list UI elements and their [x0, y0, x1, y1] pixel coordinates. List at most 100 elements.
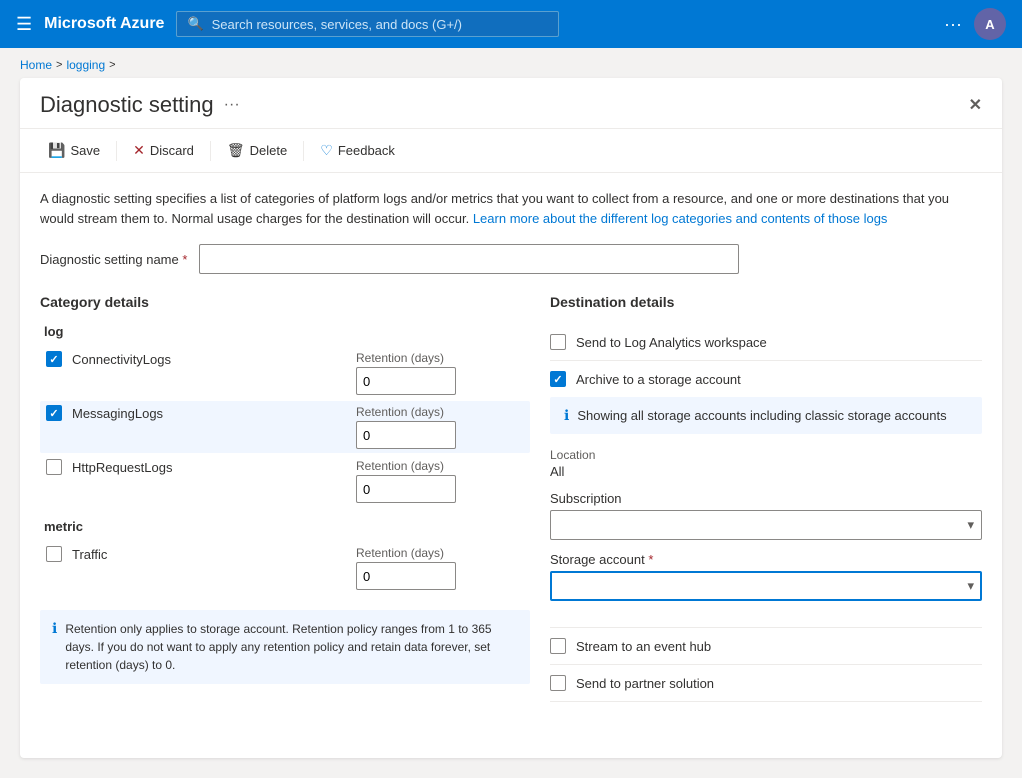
- connectivity-label: ConnectivityLogs: [72, 352, 171, 367]
- feedback-button[interactable]: ♡ Feedback: [312, 137, 403, 164]
- log-item-messaging: MessagingLogs Retention (days): [40, 401, 530, 453]
- breadcrumb-logging[interactable]: logging: [66, 58, 105, 72]
- dest-expanded-storage: Archive to a storage account ℹ Showing a…: [550, 361, 982, 628]
- diagnostic-name-input[interactable]: [199, 244, 739, 274]
- storage-info-box: ℹ Showing all storage accounts including…: [550, 397, 982, 434]
- subscription-select[interactable]: [550, 510, 982, 540]
- destination-details-col: Destination details Send to Log Analytic…: [550, 294, 982, 702]
- retention-info-box: ℹ Retention only applies to storage acco…: [40, 610, 530, 684]
- connectivity-checkbox[interactable]: [46, 351, 62, 367]
- storage-info-text: Showing all storage accounts including c…: [577, 408, 946, 423]
- connectivity-retention-label: Retention (days): [356, 351, 456, 365]
- traffic-retention-input[interactable]: [356, 562, 456, 590]
- connectivity-retention-input[interactable]: [356, 367, 456, 395]
- dest-item-event-hub: Stream to an event hub: [550, 628, 982, 665]
- search-bar[interactable]: 🔍: [176, 11, 559, 37]
- httprequest-retention-label: Retention (days): [356, 459, 456, 473]
- discard-icon: ✕: [133, 142, 145, 159]
- save-icon: 💾: [48, 142, 65, 159]
- messaging-checkbox[interactable]: [46, 405, 62, 421]
- log-section-title: log: [44, 324, 530, 339]
- save-button[interactable]: 💾 Save: [40, 137, 108, 164]
- discard-button[interactable]: ✕ Discard: [125, 137, 202, 164]
- location-field: Location All: [550, 448, 982, 479]
- dest-item-log-analytics: Send to Log Analytics workspace: [550, 324, 982, 361]
- storage-info-icon: ℹ: [564, 407, 569, 424]
- app-title: Microsoft Azure: [44, 15, 164, 33]
- description: A diagnostic setting specifies a list of…: [40, 189, 982, 228]
- delete-label: Delete: [250, 143, 288, 158]
- traffic-checkbox[interactable]: [46, 546, 62, 562]
- close-button[interactable]: ✕: [969, 95, 982, 115]
- messaging-retention-label: Retention (days): [356, 405, 456, 419]
- toolbar: 💾 Save ✕ Discard 🗑 Delete ♡ Feedback: [20, 129, 1002, 173]
- category-details-title: Category details: [40, 294, 530, 310]
- breadcrumb-home[interactable]: Home: [20, 58, 52, 72]
- storage-account-field: Storage account *: [550, 552, 982, 601]
- main-container: Diagnostic setting ··· ✕ 💾 Save ✕ Discar…: [20, 78, 1002, 758]
- top-nav: ☰ Microsoft Azure 🔍 ··· A: [0, 0, 1022, 48]
- discard-label: Discard: [150, 143, 194, 158]
- retention-info-text: Retention only applies to storage accoun…: [65, 620, 518, 674]
- page-title: Diagnostic setting: [40, 92, 214, 118]
- dest-expanded-storage-header: Archive to a storage account: [550, 361, 982, 397]
- log-item-httprequest: HttpRequestLogs Retention (days): [40, 455, 530, 507]
- dest-item-partner-solution: Send to partner solution: [550, 665, 982, 702]
- location-value: All: [550, 464, 982, 479]
- httprequest-retention: Retention (days): [356, 459, 456, 503]
- metric-section-title: metric: [44, 519, 530, 534]
- delete-button[interactable]: 🗑 Delete: [219, 137, 295, 164]
- messaging-label: MessagingLogs: [72, 406, 163, 421]
- log-item-traffic: Traffic Retention (days): [40, 542, 530, 594]
- destination-details-title: Destination details: [550, 294, 982, 310]
- page-header: Diagnostic setting ··· ✕: [20, 78, 1002, 129]
- httprequest-checkbox[interactable]: [46, 459, 62, 475]
- delete-icon: 🗑: [227, 142, 245, 159]
- log-item-connectivity: ConnectivityLogs Retention (days): [40, 347, 530, 399]
- storage-account-checkbox[interactable]: [550, 371, 566, 387]
- subscription-label: Subscription: [550, 491, 982, 506]
- nav-more-icon[interactable]: ···: [944, 14, 962, 35]
- content: A diagnostic setting specifies a list of…: [20, 173, 1002, 718]
- toolbar-sep-1: [116, 141, 117, 161]
- avatar[interactable]: A: [974, 8, 1006, 40]
- diagnostic-name-row: Diagnostic setting name *: [40, 244, 982, 274]
- log-item-traffic-left: Traffic: [46, 546, 346, 562]
- storage-account-select[interactable]: [550, 571, 982, 601]
- traffic-retention: Retention (days): [356, 546, 456, 590]
- toolbar-sep-3: [303, 141, 304, 161]
- feedback-icon: ♡: [320, 142, 333, 159]
- breadcrumb: Home > logging >: [0, 48, 1022, 78]
- event-hub-label: Stream to an event hub: [576, 639, 711, 654]
- partner-solution-label: Send to partner solution: [576, 676, 714, 691]
- page-more-icon[interactable]: ···: [224, 96, 240, 114]
- breadcrumb-sep1: >: [56, 59, 62, 71]
- breadcrumb-sep2: >: [109, 59, 115, 71]
- log-item-connectivity-left: ConnectivityLogs: [46, 351, 346, 367]
- traffic-retention-label: Retention (days): [356, 546, 456, 560]
- info-icon: ℹ: [52, 620, 57, 637]
- subscription-select-wrapper: [550, 510, 982, 540]
- save-label: Save: [70, 143, 100, 158]
- subscription-field: Subscription: [550, 491, 982, 540]
- log-analytics-checkbox[interactable]: [550, 334, 566, 350]
- location-label: Location: [550, 448, 982, 462]
- two-col-layout: Category details log ConnectivityLogs Re…: [40, 294, 982, 702]
- diagnostic-name-label: Diagnostic setting name *: [40, 252, 187, 267]
- learn-more-link[interactable]: Learn more about the different log categ…: [473, 211, 888, 226]
- search-input[interactable]: [212, 17, 549, 32]
- log-item-httprequest-left: HttpRequestLogs: [46, 459, 346, 475]
- partner-solution-checkbox[interactable]: [550, 675, 566, 691]
- messaging-retention-input[interactable]: [356, 421, 456, 449]
- httprequest-retention-input[interactable]: [356, 475, 456, 503]
- messaging-retention: Retention (days): [356, 405, 456, 449]
- event-hub-checkbox[interactable]: [550, 638, 566, 654]
- storage-account-field-label: Storage account *: [550, 552, 982, 567]
- traffic-label: Traffic: [72, 547, 107, 562]
- storage-account-label: Archive to a storage account: [576, 372, 741, 387]
- feedback-label: Feedback: [338, 143, 395, 158]
- storage-account-select-wrapper: [550, 571, 982, 601]
- search-icon: 🔍: [187, 16, 203, 32]
- hamburger-icon[interactable]: ☰: [16, 14, 32, 35]
- httprequest-label: HttpRequestLogs: [72, 460, 172, 475]
